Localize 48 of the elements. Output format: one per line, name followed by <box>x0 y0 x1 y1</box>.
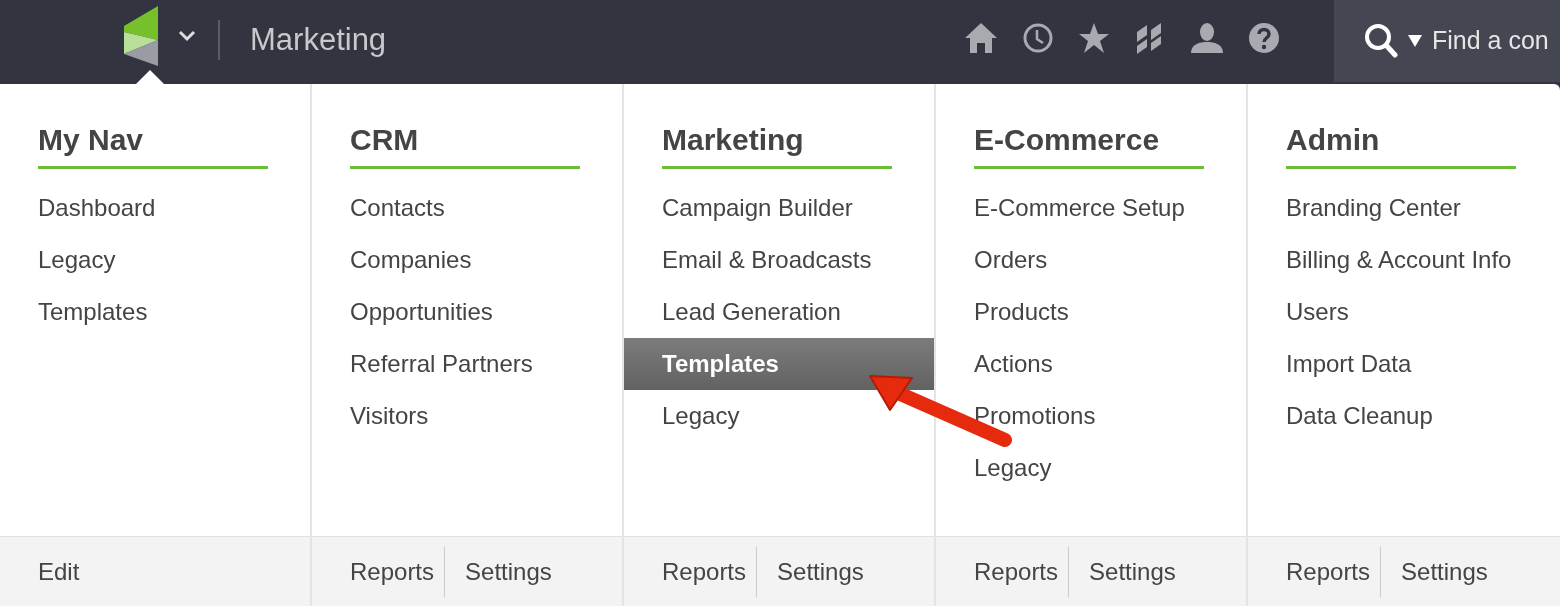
menu-item[interactable]: Products <box>936 286 1246 338</box>
menu-item[interactable]: Companies <box>312 234 622 286</box>
footer-link[interactable]: Reports <box>964 545 1069 598</box>
menu-item[interactable]: Branding Center <box>1248 182 1560 234</box>
footer-link[interactable]: Reports <box>1276 545 1381 598</box>
menu-item[interactable]: Campaign Builder <box>624 182 934 234</box>
footer-link[interactable]: Settings <box>756 545 874 598</box>
footer-link[interactable]: Settings <box>1068 545 1186 598</box>
section-title: Marketing <box>250 21 387 59</box>
chevron-down-icon[interactable] <box>178 30 196 42</box>
menu-item[interactable]: Dashboard <box>0 182 310 234</box>
column-heading: Marketing <box>662 122 892 169</box>
menu-item[interactable]: Lead Generation <box>624 286 934 338</box>
footer-link[interactable]: Reports <box>340 545 445 598</box>
menu-item[interactable]: Referral Partners <box>312 338 622 390</box>
footer-link[interactable]: Settings <box>1380 545 1498 598</box>
menu-item[interactable]: Legacy <box>624 390 934 442</box>
menu-item[interactable]: Email & Broadcasts <box>624 234 934 286</box>
menu-item[interactable]: Legacy <box>936 442 1246 494</box>
menu-item[interactable]: Import Data <box>1248 338 1560 390</box>
menu-item[interactable]: Users <box>1248 286 1560 338</box>
menu-item[interactable]: Templates <box>0 286 310 338</box>
caret-icon[interactable] <box>1408 35 1422 47</box>
user-icon[interactable] <box>1190 22 1224 54</box>
search-icon[interactable] <box>1364 23 1398 59</box>
home-icon[interactable] <box>964 22 998 54</box>
menu-item[interactable]: Data Cleanup <box>1248 390 1560 442</box>
footer-link[interactable]: Settings <box>444 545 562 598</box>
menu-item[interactable]: Orders <box>936 234 1246 286</box>
menu-item[interactable]: Legacy <box>0 234 310 286</box>
column-heading: My Nav <box>38 122 268 169</box>
menu-item[interactable]: Opportunities <box>312 286 622 338</box>
history-icon[interactable] <box>1022 22 1054 54</box>
footer-link[interactable]: Edit <box>28 545 90 598</box>
menu-item[interactable]: Contacts <box>312 182 622 234</box>
logo-icon[interactable] <box>124 6 160 66</box>
footer-link[interactable]: Reports <box>652 545 757 598</box>
menu-item[interactable]: Visitors <box>312 390 622 442</box>
menu-item[interactable]: Actions <box>936 338 1246 390</box>
menu-item[interactable]: Templates <box>624 338 934 390</box>
star-icon[interactable] <box>1078 22 1110 54</box>
column-heading: E-Commerce <box>974 122 1204 169</box>
column-heading: Admin <box>1286 122 1516 169</box>
column-heading: CRM <box>350 122 580 169</box>
menu-item[interactable]: Billing & Account Info <box>1248 234 1560 286</box>
help-icon[interactable] <box>1248 22 1280 54</box>
menu-item[interactable]: Promotions <box>936 390 1246 442</box>
menu-item[interactable]: E-Commerce Setup <box>936 182 1246 234</box>
